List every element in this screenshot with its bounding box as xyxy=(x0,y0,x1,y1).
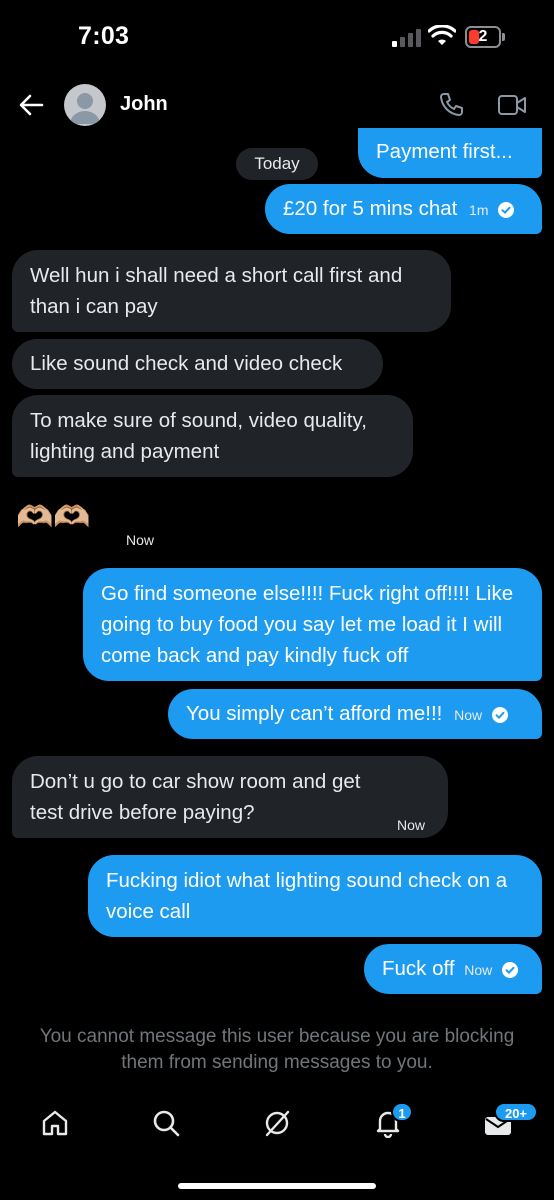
message-text: Payment first... xyxy=(376,140,513,163)
message-text: Like sound check and video check xyxy=(30,352,343,375)
contact-name[interactable]: John xyxy=(120,93,168,116)
conversation-header: John xyxy=(0,78,554,134)
grok-icon[interactable] xyxy=(262,1108,292,1138)
battery-icon: 2 xyxy=(465,26,505,48)
message-bubble-sent[interactable]: £20 for 5 mins chat 1m xyxy=(265,184,542,234)
messages-badge: 20+ xyxy=(494,1102,538,1122)
home-icon[interactable] xyxy=(40,1108,70,1138)
message-text: Fuck off xyxy=(382,957,455,980)
video-call-icon[interactable] xyxy=(497,93,527,117)
bottom-navigation: 1 20+ xyxy=(0,1096,554,1156)
default-avatar-icon xyxy=(70,93,100,124)
message-text: £20 for 5 mins chat xyxy=(283,197,458,220)
message-timestamp: Now xyxy=(126,532,155,548)
wifi-icon xyxy=(428,25,456,45)
phone-call-icon[interactable] xyxy=(437,91,465,119)
message-timestamp: Now xyxy=(464,962,493,978)
back-arrow-icon[interactable] xyxy=(18,92,44,118)
status-time: 7:03 xyxy=(78,22,130,50)
notifications-badge: 1 xyxy=(391,1102,413,1122)
message-text: Don’t u go to car show room and get test… xyxy=(30,770,361,824)
message-timestamp: Now xyxy=(454,707,483,723)
message-text: You simply can’t afford me!!! xyxy=(186,702,443,725)
message-text: To make sure of sound, video quality, li… xyxy=(30,409,367,463)
cellular-signal-icon xyxy=(392,29,421,47)
message-bubble-received[interactable]: Well hun i shall need a short call first… xyxy=(12,250,451,332)
verified-check-icon xyxy=(501,961,518,978)
message-bubble-sent[interactable]: Payment first... xyxy=(358,128,542,178)
message-bubble-received[interactable]: Don’t u go to car show room and get test… xyxy=(12,756,448,838)
verified-check-icon xyxy=(491,706,508,723)
blocked-notice: You cannot message this user because you… xyxy=(39,1026,515,1073)
message-bubble-sent[interactable]: You simply can’t afford me!!! Now xyxy=(168,689,542,739)
message-timestamp: Now xyxy=(397,817,426,833)
emoji-message[interactable]: 🫶🏼🫶🏼 xyxy=(16,500,91,536)
message-bubble-sent[interactable]: Go find someone else!!!! Fuck right off!… xyxy=(83,568,542,681)
battery-level: 2 xyxy=(478,28,488,45)
day-separator: Today xyxy=(236,148,318,180)
message-bubble-received[interactable]: To make sure of sound, video quality, li… xyxy=(12,395,413,477)
status-bar: 7:03 2 xyxy=(0,0,554,72)
search-icon[interactable] xyxy=(151,1108,181,1138)
message-timestamp: 1m xyxy=(469,202,489,218)
message-bubble-sent[interactable]: Fuck off Now xyxy=(364,944,542,994)
message-text: Go find someone else!!!! Fuck right off!… xyxy=(101,582,514,667)
message-bubble-sent[interactable]: Fucking idiot what lighting sound check … xyxy=(88,855,542,937)
message-text: Fucking idiot what lighting sound check … xyxy=(106,869,508,923)
home-indicator xyxy=(178,1183,376,1189)
verified-check-icon xyxy=(498,201,515,218)
message-text: Well hun i shall need a short call first… xyxy=(30,264,403,318)
message-bubble-received[interactable]: Like sound check and video check xyxy=(12,339,383,389)
avatar[interactable] xyxy=(64,84,106,126)
